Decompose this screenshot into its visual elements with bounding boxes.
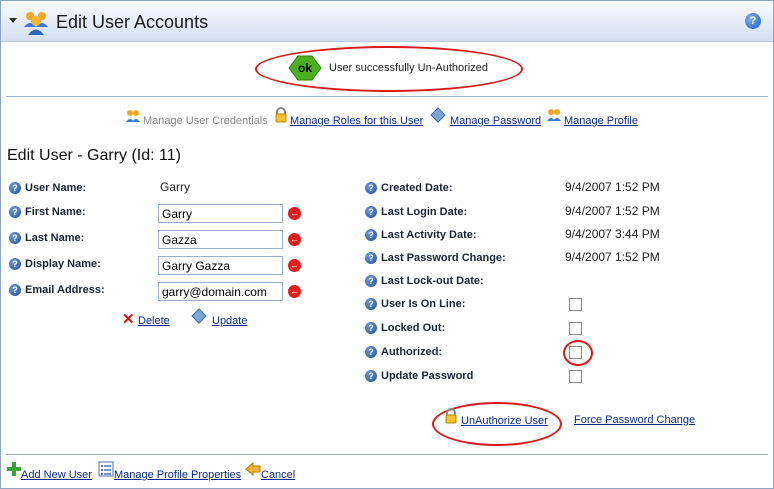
list-icon	[98, 461, 114, 477]
divider	[6, 96, 768, 97]
cancel-arrow-icon	[245, 461, 261, 477]
authorized-row: ? Authorized:	[365, 346, 443, 359]
last-password-change-label: Last Password Change:	[381, 252, 506, 265]
users-icon	[24, 12, 48, 35]
section-title: Edit User - Garry (Id: 11)	[7, 147, 181, 164]
online-row: ? User Is On Line:	[365, 298, 466, 311]
locked-out-checkbox[interactable]	[569, 322, 582, 335]
delete-link[interactable]: Delete	[138, 315, 170, 327]
help-icon[interactable]: ?	[365, 229, 377, 242]
status-text: User successfully Un-Authorized	[329, 62, 488, 74]
help-icon[interactable]: ?	[365, 252, 377, 265]
manage-profile-properties-link[interactable]: Manage Profile Properties	[114, 469, 241, 481]
module-title-bar: Edit User Accounts ?	[1, 1, 773, 42]
help-icon[interactable]: ?	[9, 258, 21, 271]
update-password-row: ? Update Password	[365, 370, 474, 383]
add-icon	[7, 462, 21, 476]
display-name-row: ? Display Name:	[9, 258, 101, 271]
manage-roles-link[interactable]: Manage Roles for this User	[290, 115, 423, 127]
email-input[interactable]	[158, 282, 283, 301]
update-icon	[191, 308, 207, 324]
lock-icon	[275, 107, 287, 123]
lock-icon	[445, 408, 457, 424]
user-name-label: User Name:	[25, 182, 87, 195]
help-icon[interactable]: ?	[365, 206, 377, 219]
last-login-label: Last Login Date:	[381, 206, 468, 219]
last-login-row: ? Last Login Date:	[365, 206, 468, 219]
last-login-value: 9/4/2007 1:52 PM	[565, 204, 660, 218]
help-icon[interactable]: ?	[365, 322, 377, 335]
update-link[interactable]: Update	[212, 315, 247, 327]
required-icon: ←	[288, 233, 301, 246]
user-name-row: ? User Name:	[9, 182, 87, 195]
add-new-user-link[interactable]: Add New User	[21, 469, 92, 481]
update-password-label: Update Password	[381, 370, 474, 383]
authorized-label: Authorized:	[381, 346, 443, 359]
online-label: User Is On Line:	[381, 298, 466, 311]
help-icon[interactable]: ?	[9, 206, 21, 219]
last-password-change-row: ? Last Password Change:	[365, 252, 506, 265]
online-checkbox[interactable]	[569, 298, 582, 311]
help-icon[interactable]: ?	[365, 275, 377, 288]
first-name-input[interactable]	[158, 204, 283, 223]
manage-password-link[interactable]: Manage Password	[450, 115, 541, 127]
last-lockout-label: Last Lock-out Date:	[381, 275, 484, 288]
required-icon: ←	[288, 285, 301, 298]
last-activity-label: Last Activity Date:	[381, 229, 477, 242]
users-credentials-icon	[126, 110, 140, 122]
required-icon: ←	[288, 259, 301, 272]
help-icon[interactable]: ?	[365, 298, 377, 311]
created-date-label: Created Date:	[381, 182, 453, 195]
last-name-row: ? Last Name:	[9, 232, 85, 245]
display-name-input[interactable]	[158, 256, 283, 275]
last-lockout-row: ? Last Lock-out Date:	[365, 275, 484, 288]
delete-icon: ✕	[122, 311, 135, 328]
required-icon: ←	[288, 207, 301, 220]
email-row: ? Email Address:	[9, 284, 105, 297]
help-icon[interactable]: ?	[9, 284, 21, 297]
collapse-arrow-icon[interactable]	[9, 18, 17, 23]
highlight-oval	[563, 340, 593, 366]
locked-out-label: Locked Out:	[381, 322, 446, 335]
user-name-value: Garry	[160, 180, 190, 194]
unauthorize-user-link[interactable]: UnAuthorize User	[461, 415, 548, 427]
help-icon[interactable]: ?	[745, 13, 761, 29]
last-name-input[interactable]	[158, 230, 283, 249]
created-date-value: 9/4/2007 1:52 PM	[565, 180, 660, 194]
password-icon	[430, 107, 446, 123]
force-password-change-link[interactable]: Force Password Change	[574, 414, 695, 426]
help-icon[interactable]: ?	[9, 232, 21, 245]
locked-out-row: ? Locked Out:	[365, 322, 446, 335]
display-name-label: Display Name:	[25, 258, 101, 271]
page-title: Edit User Accounts	[56, 12, 209, 32]
update-password-checkbox[interactable]	[569, 370, 582, 383]
manage-profile-link[interactable]: Manage Profile	[564, 115, 638, 127]
help-icon[interactable]: ?	[365, 346, 377, 359]
cancel-link[interactable]: Cancel	[261, 469, 295, 481]
profile-icon	[547, 109, 561, 121]
last-activity-row: ? Last Activity Date:	[365, 229, 477, 242]
help-icon[interactable]: ?	[9, 182, 21, 195]
first-name-label: First Name:	[25, 206, 86, 219]
email-label: Email Address:	[25, 284, 105, 297]
help-icon[interactable]: ?	[365, 370, 377, 383]
last-activity-value: 9/4/2007 3:44 PM	[565, 227, 660, 241]
ok-badge-label: ok	[297, 61, 312, 75]
manage-credentials-link: Manage User Credentials	[143, 115, 268, 127]
status-message: ok User successfully Un-Authorized	[255, 46, 523, 92]
help-icon[interactable]: ?	[365, 182, 377, 195]
created-date-row: ? Created Date:	[365, 182, 453, 195]
last-name-label: Last Name:	[25, 232, 85, 245]
last-password-change-value: 9/4/2007 1:52 PM	[565, 250, 660, 264]
first-name-row: ? First Name:	[9, 206, 86, 219]
divider	[6, 454, 768, 455]
